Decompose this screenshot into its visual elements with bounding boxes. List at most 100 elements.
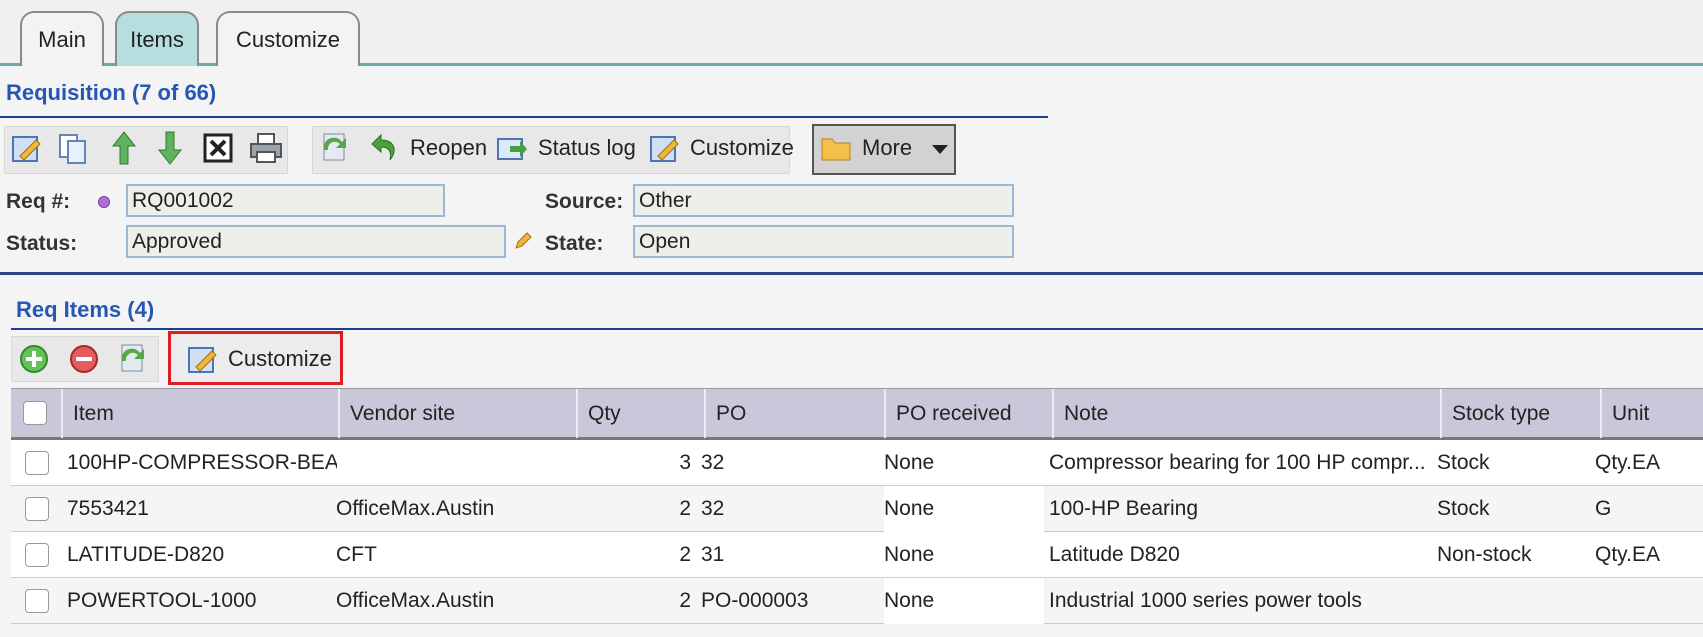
refresh-items-button[interactable] xyxy=(114,341,150,377)
divider xyxy=(0,116,1048,118)
cell-unit: Qty.EA xyxy=(1595,543,1660,566)
req-number-label: Req #: xyxy=(6,190,71,213)
copy-icon xyxy=(54,130,90,166)
cell-qty: 2 xyxy=(679,543,691,566)
req-items-title: Req Items (4) xyxy=(16,297,155,322)
folder-icon xyxy=(818,130,854,166)
state-field[interactable]: Open xyxy=(633,225,1014,258)
customize-items-button-content[interactable]: Customize xyxy=(184,341,332,377)
row-checkbox[interactable] xyxy=(25,497,49,521)
tab-customize[interactable]: Customize xyxy=(216,11,360,66)
req-number-field[interactable]: RQ001002 xyxy=(126,184,445,217)
cell-item: 7553421 xyxy=(67,497,149,520)
customize-record-button[interactable]: Customize xyxy=(646,130,794,166)
cell-vendor-site xyxy=(336,440,571,486)
cell-po-received: None xyxy=(884,543,935,566)
pencil-icon[interactable] xyxy=(514,232,532,255)
col-note[interactable]: Note xyxy=(1054,389,1442,438)
row-checkbox[interactable] xyxy=(25,543,49,567)
cell-po-received: None xyxy=(884,486,1044,532)
table-row[interactable]: 7553421 OfficeMax.Austin 2 32 None 100-H… xyxy=(11,486,1703,532)
cell-unit xyxy=(1595,578,1700,624)
refresh-icon xyxy=(114,341,150,377)
tab-items[interactable]: Items xyxy=(115,11,199,66)
plus-circle-icon xyxy=(16,341,52,377)
row-checkbox[interactable] xyxy=(25,589,49,613)
remove-item-button[interactable] xyxy=(66,341,102,377)
cell-po: 32 xyxy=(701,451,725,474)
cell-po-received: None xyxy=(884,451,935,474)
chevron-down-icon xyxy=(932,135,949,161)
more-label: More xyxy=(862,135,913,160)
previous-record-button[interactable] xyxy=(106,130,142,166)
grid-header: Item Vendor site Qty PO PO received Note… xyxy=(11,388,1703,440)
col-vendor-site[interactable]: Vendor site xyxy=(340,389,578,438)
cell-po-received: None xyxy=(884,578,1044,624)
cell-qty: 2 xyxy=(679,497,691,520)
refresh-button[interactable] xyxy=(316,130,352,166)
cell-vendor-site: OfficeMax.Austin xyxy=(336,497,495,520)
cell-note: Industrial 1000 series power tools xyxy=(1049,589,1362,612)
reopen-label: Reopen xyxy=(410,135,488,160)
cell-vendor-site: OfficeMax.Austin xyxy=(336,589,495,612)
close-box-icon xyxy=(200,130,236,166)
refresh-icon xyxy=(316,130,352,166)
cell-unit: G xyxy=(1595,497,1612,520)
status-label: Status: xyxy=(6,232,78,255)
tab-bar: Main Items Customize xyxy=(0,0,1703,66)
undo-arrow-icon xyxy=(366,130,402,166)
table-row[interactable]: 100HP-COMPRESSOR-BEA... 3 32 None Compre… xyxy=(11,440,1703,486)
status-field[interactable]: Approved xyxy=(126,225,506,258)
cell-qty: 2 xyxy=(679,589,691,612)
edit-icon xyxy=(8,130,44,166)
cell-po: PO-000003 xyxy=(701,589,809,612)
customize-icon xyxy=(184,341,220,377)
col-unit[interactable]: Unit xyxy=(1602,389,1703,438)
col-po[interactable]: PO xyxy=(706,389,886,438)
cell-stock-type xyxy=(1437,578,1597,624)
add-item-button[interactable] xyxy=(16,341,52,377)
minus-circle-icon xyxy=(66,341,102,377)
edit-button[interactable] xyxy=(8,130,44,166)
customize-label: Customize xyxy=(690,135,794,160)
status-log-label: Status log xyxy=(538,135,636,160)
select-all-checkbox[interactable] xyxy=(23,401,47,425)
select-all-cell xyxy=(11,389,63,438)
requisition-title: Requisition (7 of 66) xyxy=(6,80,217,105)
arrow-up-icon xyxy=(106,130,142,166)
tab-main[interactable]: Main xyxy=(20,11,104,66)
status-log-icon xyxy=(494,130,530,166)
col-po-received[interactable]: PO received xyxy=(886,389,1054,438)
cell-note: Compressor bearing for 100 HP compr... xyxy=(1049,451,1426,474)
cell-qty: 3 xyxy=(679,451,691,474)
cell-note: 100-HP Bearing xyxy=(1049,497,1199,520)
table-row[interactable]: LATITUDE-D820 CFT 2 31 None Latitude D82… xyxy=(11,532,1703,578)
divider xyxy=(0,272,1703,275)
printer-icon xyxy=(248,130,284,166)
copy-button[interactable] xyxy=(54,130,90,166)
cell-stock-type: Stock xyxy=(1437,497,1490,520)
cell-item: 100HP-COMPRESSOR-BEA... xyxy=(67,451,337,474)
cell-po: 32 xyxy=(701,497,725,520)
reopen-button[interactable]: Reopen xyxy=(366,130,487,166)
cell-note: Latitude D820 xyxy=(1049,543,1180,566)
row-checkbox[interactable] xyxy=(25,451,49,475)
col-item[interactable]: Item xyxy=(63,389,340,438)
cell-stock-type: Non-stock xyxy=(1437,543,1532,566)
arrow-down-icon xyxy=(152,130,188,166)
customize-icon xyxy=(646,130,682,166)
cell-po: 31 xyxy=(701,543,725,566)
col-stock-type[interactable]: Stock type xyxy=(1442,389,1602,438)
record-toolbar xyxy=(4,126,288,174)
cell-unit: Qty.EA xyxy=(1595,451,1660,474)
more-button-content[interactable]: More xyxy=(818,130,949,166)
next-record-button[interactable] xyxy=(152,130,188,166)
table-row[interactable]: POWERTOOL-1000 OfficeMax.Austin 2 PO-000… xyxy=(11,578,1703,624)
status-log-button[interactable]: Status log xyxy=(494,130,636,166)
divider xyxy=(11,328,1703,330)
col-qty[interactable]: Qty xyxy=(578,389,706,438)
print-button[interactable] xyxy=(248,130,284,166)
source-field[interactable]: Other xyxy=(633,184,1014,217)
delete-button[interactable] xyxy=(200,130,236,166)
cell-vendor-site: CFT xyxy=(336,543,377,566)
